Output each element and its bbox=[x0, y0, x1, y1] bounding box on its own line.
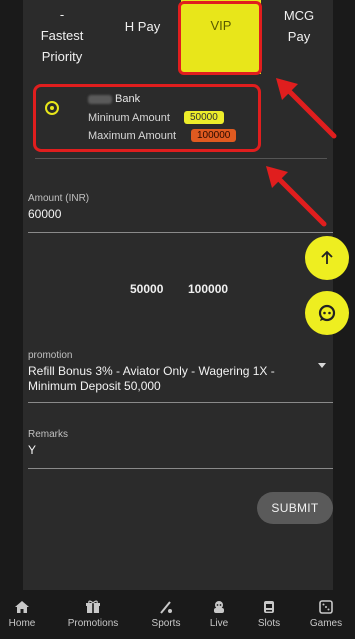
arrow-annotation-icon bbox=[266, 166, 327, 227]
remarks-underline bbox=[28, 468, 333, 469]
nav-promotions[interactable]: Promotions bbox=[62, 590, 124, 639]
chat-icon bbox=[318, 304, 336, 322]
amount-input[interactable]: 60000 bbox=[28, 207, 61, 221]
tab-label: H Pay bbox=[124, 18, 161, 34]
arrow-annotation-icon bbox=[276, 78, 337, 139]
home-icon bbox=[15, 601, 29, 613]
vip-highlight-annotation bbox=[178, 1, 262, 75]
nav-slots[interactable]: Slots bbox=[252, 590, 286, 639]
bank-radio-button[interactable] bbox=[45, 101, 59, 115]
submit-button[interactable]: SUBMIT bbox=[257, 492, 333, 524]
nav-label: Home bbox=[8, 618, 36, 629]
max-amount-label: Maximum Amount bbox=[88, 130, 177, 142]
min-amount-label: Mininum Amount bbox=[88, 112, 170, 124]
remarks-input[interactable]: Y bbox=[28, 443, 36, 457]
arrow-up-icon bbox=[321, 250, 333, 264]
promotion-label: promotion bbox=[28, 350, 73, 361]
gift-icon bbox=[86, 600, 100, 613]
redacted-text bbox=[88, 94, 112, 104]
dice-icon bbox=[319, 600, 333, 614]
slots-icon bbox=[264, 601, 274, 613]
promotion-underline bbox=[28, 402, 333, 403]
tab-label: - Fastest Priority bbox=[40, 6, 84, 64]
sports-icon bbox=[160, 601, 172, 614]
tab-label: MCG Pay bbox=[283, 8, 315, 44]
tab-h-pay[interactable]: H Pay bbox=[105, 0, 180, 78]
nav-live[interactable]: Live bbox=[204, 590, 234, 639]
left-margin bbox=[0, 0, 23, 639]
nav-label: Live bbox=[209, 618, 229, 629]
promotion-select[interactable]: Refill Bonus 3% - Aviator Only - Wagerin… bbox=[28, 364, 318, 394]
nav-label: Promotions bbox=[67, 618, 119, 629]
nav-label: Games bbox=[309, 618, 343, 629]
preset-amount-button[interactable]: 50000 bbox=[130, 282, 163, 296]
nav-label: Slots bbox=[257, 618, 281, 629]
preset-amount-button[interactable]: 100000 bbox=[188, 282, 228, 296]
chat-support-button[interactable] bbox=[305, 291, 349, 335]
min-amount-badge: 50000 bbox=[184, 111, 224, 124]
tab-fastest-priority[interactable]: - Fastest Priority bbox=[23, 0, 101, 74]
bottom-navigation: Home Promotions Sports Live Slots Games bbox=[0, 590, 355, 639]
amount-underline bbox=[28, 232, 333, 233]
max-amount-badge: 100000 bbox=[191, 129, 237, 142]
nav-sports[interactable]: Sports bbox=[146, 590, 186, 639]
divider bbox=[35, 158, 327, 159]
nav-games[interactable]: Games bbox=[306, 590, 346, 639]
remarks-label: Remarks bbox=[28, 429, 69, 440]
bank-name-text: Bank bbox=[115, 93, 141, 105]
live-icon bbox=[214, 601, 224, 613]
tab-mcg-pay[interactable]: MCG Pay bbox=[269, 0, 329, 78]
bank-name: Bank bbox=[88, 93, 140, 105]
dropdown-caret-icon[interactable] bbox=[318, 363, 326, 368]
amount-label: Amount (INR) bbox=[28, 193, 90, 204]
scroll-top-button[interactable] bbox=[305, 236, 349, 280]
nav-label: Sports bbox=[151, 618, 181, 629]
nav-home[interactable]: Home bbox=[4, 590, 40, 639]
